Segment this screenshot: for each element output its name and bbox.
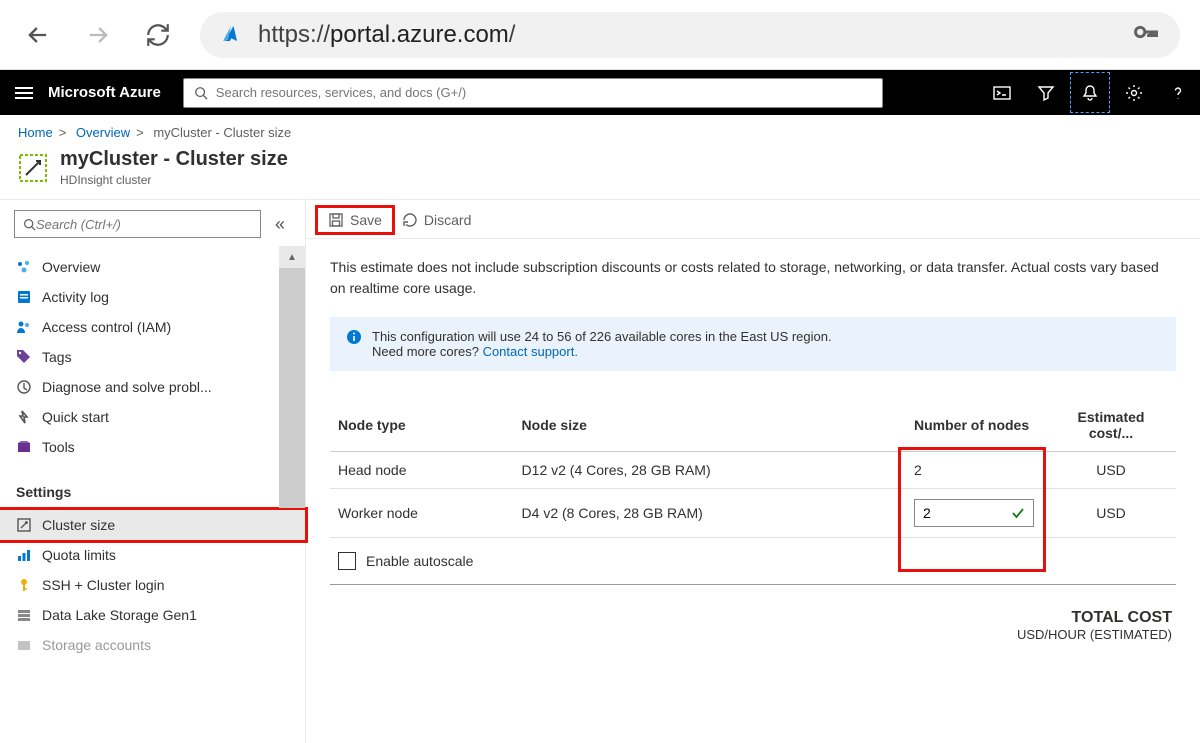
save-button[interactable]: Save: [318, 208, 392, 232]
global-search-input[interactable]: [216, 85, 872, 100]
page-title: myCluster - Cluster size: [60, 148, 288, 171]
total-cost-sub: USD/HOUR (ESTIMATED): [330, 627, 1172, 642]
cell-node-size: D12 v2 (4 Cores, 28 GB RAM): [514, 452, 906, 489]
nav-access-control[interactable]: Access control (IAM): [0, 312, 305, 342]
breadcrumb-home[interactable]: Home: [18, 125, 53, 140]
nav-label: SSH + Cluster login: [42, 577, 165, 593]
nav-quota-limits[interactable]: Quota limits: [0, 540, 305, 570]
page-title-row: myCluster - Cluster size HDInsight clust…: [0, 146, 1200, 199]
nav-list-settings: Cluster size Quota limits SSH + Cluster …: [0, 506, 305, 664]
nav-tools[interactable]: Tools: [0, 432, 305, 462]
scrollbar-thumb[interactable]: [279, 268, 305, 508]
browser-reload-button[interactable]: [140, 17, 176, 53]
breadcrumb-overview[interactable]: Overview: [76, 125, 130, 140]
nav-overview[interactable]: Overview: [0, 252, 305, 282]
cell-cost: USD: [1046, 452, 1176, 489]
table-row: Head node D12 v2 (4 Cores, 28 GB RAM) 2 …: [330, 452, 1176, 489]
collapse-nav-button[interactable]: «: [269, 214, 291, 235]
brand-label[interactable]: Microsoft Azure: [48, 84, 183, 101]
nav-label: Access control (IAM): [42, 319, 171, 335]
discard-icon: [402, 212, 418, 228]
total-cost-label: TOTAL COST: [330, 609, 1172, 627]
breadcrumb: Home> Overview> myCluster - Cluster size: [0, 115, 1200, 146]
command-bar: Save Discard: [306, 200, 1200, 239]
blade-search-input[interactable]: [36, 217, 252, 232]
settings-icon[interactable]: [1112, 70, 1156, 115]
autoscale-row: Enable autoscale: [330, 538, 1176, 585]
nav-list-top: Overview Activity log Access control (IA…: [0, 248, 305, 466]
estimate-note: This estimate does not include subscript…: [330, 257, 1176, 317]
main-pane: Save Discard This estimate does not incl…: [305, 199, 1200, 743]
browser-url: https://portal.azure.com/: [258, 21, 515, 49]
nav-label: Quota limits: [42, 547, 116, 563]
nav-diagnose[interactable]: Diagnose and solve probl...: [0, 372, 305, 402]
cell-cost: USD: [1046, 489, 1176, 538]
cell-node-size: D4 v2 (8 Cores, 28 GB RAM): [514, 489, 906, 538]
nav-label: Overview: [42, 259, 100, 275]
scroll-up-arrow[interactable]: ▲: [279, 246, 305, 268]
left-nav-pane: « ▲ Overview Activity log Access control…: [0, 199, 305, 743]
nav-ssh-login[interactable]: SSH + Cluster login: [0, 570, 305, 600]
key-icon[interactable]: [1132, 18, 1160, 52]
nav-label: Diagnose and solve probl...: [42, 379, 212, 395]
browser-url-bar[interactable]: https://portal.azure.com/: [200, 12, 1180, 58]
th-num-nodes[interactable]: Number of nodes: [906, 399, 1046, 452]
breadcrumb-current: myCluster - Cluster size: [153, 125, 291, 140]
page-subtitle: HDInsight cluster: [60, 173, 288, 187]
total-cost: TOTAL COST USD/HOUR (ESTIMATED): [330, 585, 1176, 642]
autoscale-label-text: Enable autoscale: [366, 553, 473, 569]
directory-filter-icon[interactable]: [1024, 70, 1068, 115]
th-node-size[interactable]: Node size: [514, 399, 906, 452]
save-icon: [328, 212, 344, 228]
hdinsight-cluster-icon: [18, 153, 48, 183]
cell-node-type: Head node: [330, 452, 514, 489]
notifications-icon[interactable]: [1068, 70, 1112, 115]
cell-node-type: Worker node: [330, 489, 514, 538]
global-search[interactable]: [183, 78, 883, 108]
nav-label: Activity log: [42, 289, 109, 305]
discard-button[interactable]: Discard: [392, 208, 481, 232]
help-icon[interactable]: [1156, 70, 1200, 115]
search-icon: [194, 86, 208, 100]
browser-back-button[interactable]: [20, 17, 56, 53]
discard-label: Discard: [424, 212, 471, 228]
nav-storage-accounts[interactable]: Storage accounts: [0, 630, 305, 660]
nav-tags[interactable]: Tags: [0, 342, 305, 372]
info-line1: This configuration will use 24 to 56 of …: [372, 329, 832, 344]
cloud-shell-icon[interactable]: [980, 70, 1024, 115]
nav-data-lake[interactable]: Data Lake Storage Gen1: [0, 600, 305, 630]
blade-search[interactable]: [14, 210, 261, 238]
worker-nodes-input[interactable]: [923, 505, 983, 521]
nav-section-settings: Settings: [0, 466, 305, 506]
node-table: Node type Node size Number of nodes Esti…: [330, 399, 1176, 585]
worker-nodes-input-wrap[interactable]: [914, 499, 1034, 527]
azure-logo-icon: [220, 23, 244, 47]
nav-label: Tools: [42, 439, 75, 455]
info-icon: [346, 329, 362, 345]
info-line2-prefix: Need more cores?: [372, 344, 483, 359]
browser-forward-button[interactable]: [80, 17, 116, 53]
cell-num-nodes: 2: [906, 452, 1046, 489]
contact-support-link[interactable]: Contact support.: [483, 344, 578, 359]
save-label: Save: [350, 212, 382, 228]
nav-label: Tags: [42, 349, 72, 365]
th-node-type[interactable]: Node type: [330, 399, 514, 452]
table-row: Worker node D4 v2 (8 Cores, 28 GB RAM) U…: [330, 489, 1176, 538]
nav-cluster-size[interactable]: Cluster size: [0, 510, 305, 540]
nav-activity-log[interactable]: Activity log: [0, 282, 305, 312]
browser-toolbar: https://portal.azure.com/: [0, 0, 1200, 70]
portal-top-bar: Microsoft Azure: [0, 70, 1200, 115]
info-box: This configuration will use 24 to 56 of …: [330, 317, 1176, 371]
autoscale-checkbox[interactable]: [338, 552, 356, 570]
nav-label: Data Lake Storage Gen1: [42, 607, 197, 623]
autoscale-toggle[interactable]: Enable autoscale: [338, 552, 1168, 570]
checkmark-icon: [1011, 506, 1025, 520]
nav-label: Cluster size: [42, 517, 115, 533]
nav-label: Storage accounts: [42, 637, 151, 653]
nav-label: Quick start: [42, 409, 109, 425]
th-est-cost[interactable]: Estimated cost/...: [1046, 399, 1176, 452]
nav-quick-start[interactable]: Quick start: [0, 402, 305, 432]
hamburger-menu-button[interactable]: [0, 70, 48, 115]
search-icon: [23, 218, 36, 231]
